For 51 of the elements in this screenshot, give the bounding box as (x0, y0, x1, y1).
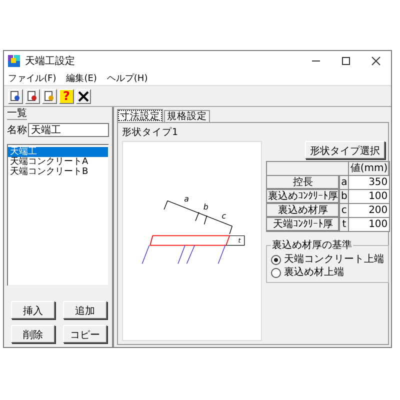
support-line (186, 245, 195, 264)
document-search-icon (10, 90, 20, 100)
null[interactable]: 形状タイプ選択 (305, 141, 385, 159)
dimension-label: a (184, 194, 189, 204)
value-cell[interactable]: 350 (348, 176, 390, 190)
radio-button[interactable] (271, 268, 281, 278)
help-button[interactable]: ? (59, 88, 74, 104)
menu-item[interactable]: ファイル(F) (8, 72, 56, 84)
radio-label: 裏込め材上端 (284, 266, 344, 279)
row-header: 控長 (266, 176, 340, 190)
null[interactable]: コピー (63, 325, 107, 343)
shape-type-label: 形状タイプ1 (122, 126, 180, 139)
app-icon (8, 55, 20, 67)
null[interactable]: 追加 (63, 301, 107, 319)
delete-button[interactable] (76, 88, 91, 104)
name-field[interactable]: 天端工 (28, 123, 109, 137)
maximize-icon[interactable] (341, 56, 351, 66)
edit-button[interactable] (25, 88, 40, 104)
row-header: 裏込め材厚 (266, 204, 340, 218)
value-cell[interactable]: 100 (348, 218, 390, 232)
dimension-label: c (222, 211, 226, 220)
menu-item[interactable]: ヘルプ(H) (106, 72, 148, 84)
close-icon[interactable] (371, 56, 381, 66)
radio-label: 天端コンクリート上端 (284, 253, 384, 266)
support-line (142, 245, 150, 264)
list-item[interactable]: 天端工 (8, 147, 108, 157)
row-header: 天端ｺﾝｸﾘｰﾄ厚 (266, 218, 340, 232)
search-button[interactable] (8, 88, 23, 104)
close-icon (78, 90, 89, 102)
tab[interactable]: 寸法設定 (117, 109, 163, 122)
list-item[interactable]: 天端コンクリートA (8, 157, 108, 167)
document-view-icon (44, 90, 54, 100)
dimension-label: b (203, 202, 208, 212)
row-header: 裏込めｺﾝｸﾘｰﾄ厚 (266, 190, 340, 204)
radio-button[interactable] (271, 254, 281, 264)
value-cell[interactable]: 100 (348, 190, 390, 204)
panel-title: 一覧 (7, 109, 27, 120)
null[interactable]: 挿入 (11, 301, 55, 319)
support-line (218, 245, 226, 264)
list-item[interactable]: 天端コンクリートB (8, 167, 108, 177)
thickness-bracket (226, 235, 245, 246)
dimension-line (164, 200, 233, 234)
field-label: 名称 (7, 124, 27, 137)
menu-item[interactable]: 編集(E) (66, 72, 97, 84)
value-cell[interactable]: 200 (348, 204, 390, 218)
window-title: 天端工設定 (25, 54, 76, 68)
tab[interactable]: 規格設定 (164, 110, 210, 122)
group-title: 裏込め材厚の基準 (271, 238, 353, 252)
document-edit-icon (28, 90, 36, 100)
null[interactable]: 削除 (11, 325, 55, 343)
preview-button[interactable] (42, 88, 57, 104)
